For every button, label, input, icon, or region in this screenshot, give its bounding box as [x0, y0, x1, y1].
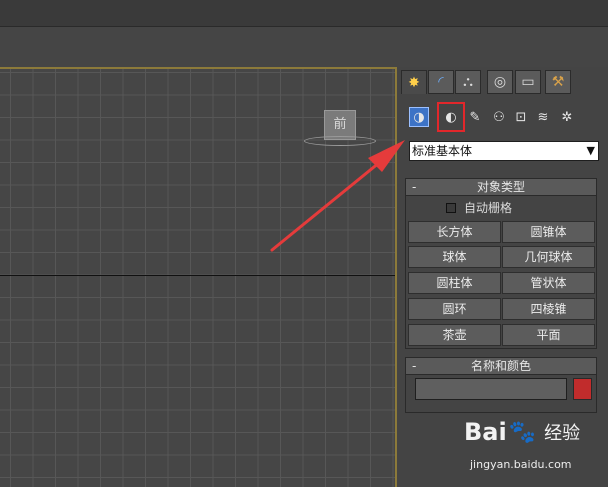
collapse-icon: - — [412, 180, 417, 194]
modify-tab-icon[interactable]: ◜ — [428, 70, 454, 94]
viewcube-label: 前 — [333, 117, 347, 132]
baidu-logo: Bai 🐾 经验 — [464, 418, 580, 446]
cone-button[interactable]: 圆锥体 — [502, 221, 595, 243]
chevron-down-icon: ▼ — [586, 144, 595, 157]
autogrid-checkbox[interactable] — [446, 202, 456, 213]
lights-glyph: ✎ — [469, 109, 481, 125]
display-tab-icon[interactable]: ▭ — [515, 70, 541, 94]
object-name-input[interactable] — [415, 378, 567, 400]
helpers-icon[interactable]: ⊡ — [511, 107, 531, 127]
display-tab-glyph: ▭ — [521, 74, 535, 90]
cameras-icon[interactable]: ⚇ — [489, 107, 509, 127]
highlight-box — [437, 102, 465, 132]
cylinder-button[interactable]: 圆柱体 — [408, 272, 501, 294]
object-type-header[interactable]: - 对象类型 — [406, 179, 596, 196]
paw-icon: 🐾 — [508, 419, 537, 445]
modify-tab-glyph: ◜ — [438, 74, 444, 90]
object-color-swatch[interactable] — [573, 378, 592, 400]
hierarchy-tab-glyph: ⛬ — [463, 74, 473, 90]
space-warps-glyph: ≋ — [537, 109, 549, 125]
grid-axis-line — [0, 275, 395, 276]
baidu-watermark: Bai 🐾 经验 jingyan.baidu.com — [460, 418, 608, 478]
hierarchy-tab-icon[interactable]: ⛬ — [455, 70, 481, 94]
create-tab-icon[interactable]: ✸ — [401, 70, 427, 94]
toolbar-band — [0, 27, 608, 67]
watermark-url: jingyan.baidu.com — [470, 458, 572, 471]
plane-button[interactable]: 平面 — [502, 324, 595, 346]
geometry-icon[interactable]: ◑ — [409, 107, 429, 127]
name-color-rollout: - 名称和颜色 — [405, 357, 597, 413]
command-panel-tabs: ✸ ◜ ⛬ ◎ ▭ ⚒ — [399, 70, 608, 96]
watermark-brand: Bai — [464, 418, 507, 446]
create-category-bar: ◑ ◐ ✎ ⚇ ⊡ ≋ ✲ — [407, 102, 607, 132]
box-button[interactable]: 长方体 — [408, 221, 501, 243]
utilities-tab-icon[interactable]: ⚒ — [545, 70, 571, 94]
object-type-rollout: - 对象类型 自动栅格 长方体 圆锥体 球体 几何球体 圆柱体 管状体 圆环 四… — [405, 178, 597, 349]
motion-tab-icon[interactable]: ◎ — [487, 70, 513, 94]
geometry-glyph: ◑ — [413, 109, 425, 125]
geosphere-button[interactable]: 几何球体 — [502, 246, 595, 268]
cameras-glyph: ⚇ — [493, 109, 505, 125]
top-bar — [0, 0, 608, 27]
motion-tab-glyph: ◎ — [493, 74, 507, 90]
autogrid-label: 自动栅格 — [464, 201, 513, 215]
name-color-header[interactable]: - 名称和颜色 — [406, 358, 596, 375]
object-type-title: 对象类型 — [476, 180, 525, 194]
dropdown-value: 标准基本体 — [412, 144, 473, 158]
systems-glyph: ✲ — [561, 109, 573, 125]
tube-button[interactable]: 管状体 — [502, 272, 595, 294]
space-warps-icon[interactable]: ≋ — [533, 107, 553, 127]
teapot-button[interactable]: 茶壶 — [408, 324, 501, 346]
systems-icon[interactable]: ✲ — [557, 107, 577, 127]
perspective-viewport[interactable]: 前 — [0, 67, 397, 487]
create-tab-glyph: ✸ — [408, 74, 420, 91]
sphere-button[interactable]: 球体 — [408, 246, 501, 268]
category-dropdown[interactable]: 标准基本体 ▼ — [409, 141, 599, 161]
utilities-tab-glyph: ⚒ — [551, 74, 565, 90]
helpers-glyph: ⊡ — [515, 109, 527, 125]
torus-button[interactable]: 圆环 — [408, 298, 501, 320]
watermark-suffix: 经验 — [544, 423, 581, 444]
autogrid-row[interactable]: 自动栅格 — [446, 199, 512, 216]
pyramid-button[interactable]: 四棱锥 — [502, 298, 595, 320]
viewcube-ring[interactable] — [304, 136, 376, 146]
collapse-icon: - — [412, 359, 417, 373]
name-color-title: 名称和颜色 — [470, 359, 531, 373]
lights-icon[interactable]: ✎ — [465, 107, 485, 127]
